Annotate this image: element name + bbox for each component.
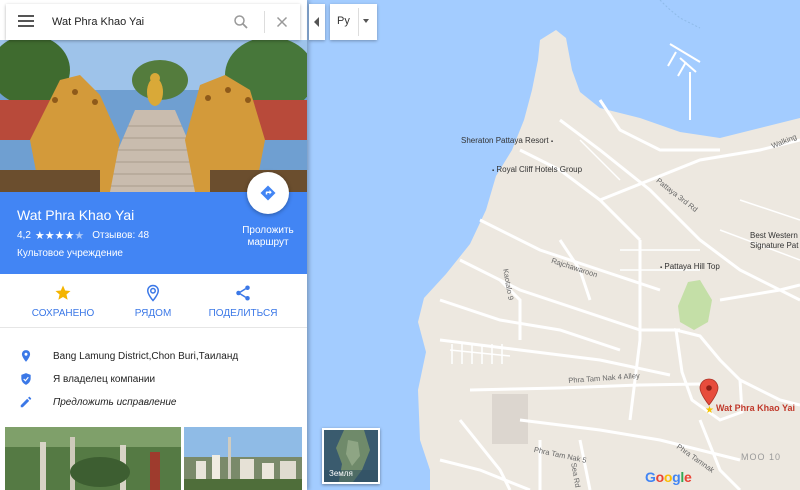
menu-icon[interactable] <box>18 15 34 29</box>
share-icon <box>236 285 250 301</box>
search-icon[interactable] <box>232 13 250 31</box>
directions-icon <box>260 185 276 201</box>
directions-button[interactable] <box>247 172 289 214</box>
map-label-royal-cliff[interactable]: ▪ Royal Cliff Hotels Group <box>492 165 582 174</box>
map-label-best-western[interactable]: Best Western <box>750 231 798 240</box>
action-row: СОХРАНЕНО РЯДОМ ПОДЕЛИТЬСЯ <box>0 274 307 328</box>
search-input[interactable] <box>52 12 222 32</box>
verified-shield-icon <box>21 373 31 385</box>
language-divider <box>358 8 359 36</box>
chevron-left-icon <box>314 17 319 27</box>
directions-label[interactable]: Проложить маршрут <box>236 225 300 249</box>
language-selector[interactable]: Ру <box>330 4 377 40</box>
place-panel: Wat Phra Khao Yai 4,2 ★★★★★ Отзывов: 48 … <box>0 0 307 490</box>
google-logo: Google <box>645 469 692 485</box>
language-label[interactable]: Ру <box>337 15 350 27</box>
satellite-label: Земля <box>329 469 353 478</box>
map-label-pattaya-hill[interactable]: ▪ Pattaya Hill Top <box>660 262 720 271</box>
map-label-best-western-2: Signature Pat <box>750 241 799 250</box>
map-label-moo10: MOO 10 <box>741 452 782 462</box>
thumbnail-2[interactable] <box>184 427 302 490</box>
search-divider <box>264 11 265 33</box>
nearby-button[interactable]: РЯДОМ <box>108 284 198 319</box>
place-title: Wat Phra Khao Yai <box>17 207 135 223</box>
rating-stars-icon[interactable]: ★★★★★ <box>35 229 84 242</box>
address-row[interactable]: Bang Lamung District,Chon Buri,Таиланд <box>0 346 307 366</box>
suggest-edit-row[interactable]: Предложить исправление <box>0 392 307 412</box>
save-button[interactable]: СОХРАНЕНО <box>18 284 108 319</box>
close-icon[interactable] <box>273 13 291 31</box>
place-category[interactable]: Культовое учреждение <box>17 248 123 259</box>
star-icon <box>55 285 71 300</box>
map-label-sheraton[interactable]: Sheraton Pattaya Resort ▪ <box>461 136 553 145</box>
location-pin-icon <box>21 350 31 362</box>
map-label-destination[interactable]: Wat Phra Khao Yai <box>716 403 795 413</box>
suggest-edit-text: Предложить исправление <box>53 396 177 408</box>
thumbnail-1[interactable] <box>5 427 181 490</box>
search-box <box>6 4 300 40</box>
place-photo[interactable] <box>0 40 307 192</box>
satellite-toggle[interactable]: Земля <box>322 428 380 484</box>
owner-row[interactable]: Я владелец компании <box>0 369 307 389</box>
photo-thumbnails <box>5 427 302 490</box>
collapse-panel-button[interactable] <box>309 4 325 40</box>
share-button[interactable]: ПОДЕЛИТЬСЯ <box>198 284 288 319</box>
nearby-icon <box>146 284 160 302</box>
rating-value: 4,2 <box>17 230 31 241</box>
reviews-link[interactable]: Отзывов: 48 <box>92 230 149 241</box>
pencil-icon <box>20 396 32 408</box>
chevron-down-icon[interactable] <box>363 19 369 23</box>
address-text: Bang Lamung District,Chon Buri,Таиланд <box>53 350 239 362</box>
destination-star-icon: ★ <box>705 405 714 416</box>
rating-row: 4,2 ★★★★★ Отзывов: 48 <box>17 229 149 242</box>
owner-text: Я владелец компании <box>53 373 156 385</box>
